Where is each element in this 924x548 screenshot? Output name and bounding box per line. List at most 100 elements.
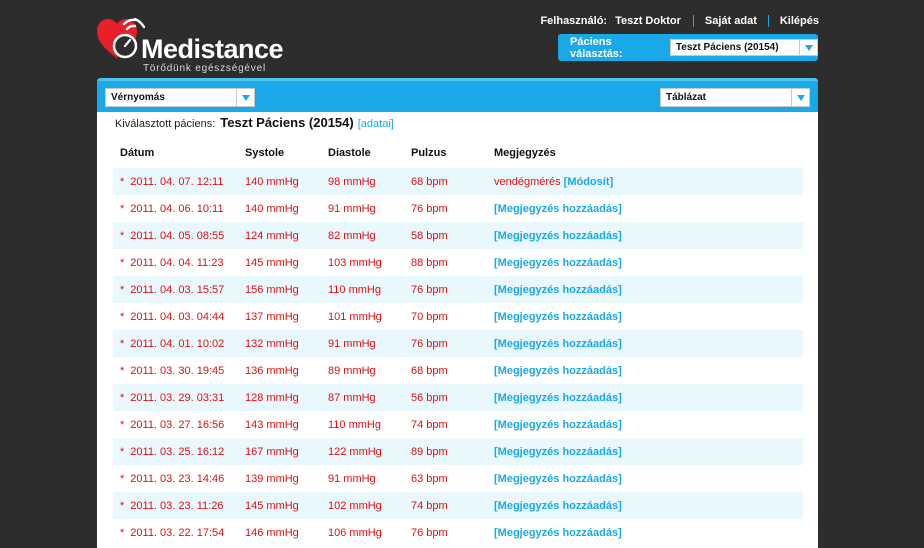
row-date: 2011. 04. 07. 12:11 <box>130 175 224 188</box>
row-systole: 136 mmHg <box>245 364 299 377</box>
row-pulse: 88 bpm <box>411 256 448 269</box>
patient-details-link[interactable]: [adatai] <box>358 118 394 130</box>
header-diastole: Diastole <box>328 146 371 159</box>
add-note-link[interactable]: [Megjegyzés hozzáadás] <box>494 338 622 350</box>
add-note-link[interactable]: [Megjegyzés hozzáadás] <box>494 365 622 377</box>
header-date: Dátum <box>120 146 155 159</box>
row-systole: 137 mmHg <box>245 310 299 323</box>
star-marker: * <box>120 445 125 458</box>
table-row: * 2011. 03. 30. 19:45 136 mmHg 89 mmHg 68… <box>113 357 803 384</box>
star-marker: * <box>120 337 125 350</box>
table-row: * 2011. 03. 23. 11:26 145 mmHg 102 mmHg 7… <box>113 492 803 519</box>
table-row: * 2011. 03. 25. 16:12 167 mmHg 122 mmHg 8… <box>113 438 803 465</box>
header-pulse: Pulzus <box>411 146 447 159</box>
row-date: 2011. 03. 29. 03:31 <box>130 391 225 404</box>
brand-name: Medistance <box>141 34 284 64</box>
table-header-row: Dátum Systole Diastole Pulzus Megjegyzés <box>113 140 803 168</box>
table-row: * 2011. 04. 03. 04:44 137 mmHg 101 mmHg 7… <box>113 303 803 330</box>
table-row: * 2011. 04. 06. 10:11 140 mmHg 91 mmHg 76… <box>113 195 803 222</box>
row-diastole: 103 mmHg <box>328 256 382 269</box>
heart-gauge-icon <box>97 18 145 59</box>
add-note-link[interactable]: [Megjegyzés hozzáadás] <box>494 392 622 404</box>
add-note-link[interactable]: [Megjegyzés hozzáadás] <box>494 446 622 458</box>
row-systole: 140 mmHg <box>245 168 328 195</box>
row-diastole: 110 mmHg <box>328 418 381 431</box>
row-pulse: 74 bpm <box>411 418 448 431</box>
user-label: Felhasználó: <box>540 15 608 27</box>
add-note-link[interactable]: [Megjegyzés hozzáadás] <box>494 527 622 539</box>
table-row: * 2011. 03. 29. 03:31 128 mmHg 87 mmHg 56… <box>113 384 803 411</box>
add-note-link[interactable]: [Megjegyzés hozzáadás] <box>494 419 622 431</box>
logout-link[interactable]: Kilépés <box>780 15 819 27</box>
chevron-down-icon[interactable] <box>799 40 817 55</box>
add-note-link[interactable]: [Megjegyzés hozzáadás] <box>494 203 622 215</box>
row-systole: 145 mmHg <box>245 492 328 519</box>
row-diastole: 122 mmHg <box>328 438 411 465</box>
measurement-type-select[interactable]: Vérnyomás <box>105 88 255 107</box>
row-diastole: 91 mmHg <box>328 330 411 357</box>
row-systole: 145 mmHg <box>245 256 299 269</box>
table-row: * 2011. 03. 23. 14:46 139 mmHg 91 mmHg 63… <box>113 465 803 492</box>
add-note-link[interactable]: [Megjegyzés hozzáadás] <box>494 500 622 512</box>
row-diastole: 82 mmHg <box>328 222 411 249</box>
row-date: 2011. 03. 27. 16:56 <box>130 418 225 431</box>
row-diastole: 89 mmHg <box>328 364 376 377</box>
add-note-link[interactable]: [Megjegyzés hozzáadás] <box>494 284 622 296</box>
add-note-link[interactable]: [Megjegyzés hozzáadás] <box>494 473 622 485</box>
row-date: 2011. 03. 30. 19:45 <box>130 364 225 377</box>
edit-note-link[interactable]: [Módosít] <box>564 176 613 188</box>
add-note-link[interactable]: [Megjegyzés hozzáadás] <box>494 257 622 269</box>
row-date: 2011. 04. 05. 08:55 <box>130 229 225 242</box>
row-pulse: 74 bpm <box>411 492 494 519</box>
row-diastole: 110 mmHg <box>328 276 411 303</box>
row-date: 2011. 03. 23. 11:26 <box>130 499 224 512</box>
add-note-link[interactable]: [Megjegyzés hozzáadás] <box>494 311 622 323</box>
patient-picker: Páciens választás: Teszt Páciens (20154) <box>558 34 818 61</box>
selected-patient-label: Kiválasztott páciens: <box>115 118 216 130</box>
panel-toolbar: Vérnyomás Táblázat <box>97 78 818 112</box>
chevron-down-icon[interactable] <box>791 89 809 106</box>
row-diastole: 91 mmHg <box>328 202 376 215</box>
row-systole: 167 mmHg <box>245 438 328 465</box>
star-marker: * <box>120 310 125 323</box>
row-systole: 146 mmHg <box>245 526 299 539</box>
header-note: Megjegyzés <box>494 146 556 159</box>
top-navigation: Felhasználó: Teszt Doktor Saját adat Kil… <box>540 14 819 28</box>
star-marker: * <box>120 418 125 431</box>
row-systole: 124 mmHg <box>245 222 328 249</box>
nav-separator <box>692 15 694 27</box>
add-note-link[interactable]: [Megjegyzés hozzáadás] <box>494 230 622 242</box>
star-marker: * <box>120 472 125 485</box>
row-pulse: 76 bpm <box>411 202 448 215</box>
chevron-down-icon[interactable] <box>236 89 254 106</box>
row-pulse: 70 bpm <box>411 310 448 323</box>
row-date: 2011. 03. 23. 14:46 <box>130 472 225 485</box>
table-row: * 2011. 04. 07. 12:11 140 mmHg 98 mmHg 68… <box>113 168 803 195</box>
row-date: 2011. 03. 22. 17:54 <box>130 526 225 539</box>
row-note: vendégmérés <box>494 175 561 188</box>
nav-separator <box>767 15 769 27</box>
medistance-logo[interactable]: Medistance Törődünk egészségével <box>97 10 297 74</box>
row-diastole: 87 mmHg <box>328 384 411 411</box>
row-systole: 143 mmHg <box>245 418 299 431</box>
row-pulse: 68 bpm <box>411 364 448 377</box>
row-pulse: 63 bpm <box>411 472 448 485</box>
table-row: * 2011. 04. 01. 10:02 132 mmHg 91 mmHg 76… <box>113 330 803 357</box>
table-row: * 2011. 04. 03. 15:57 156 mmHg 110 mmHg 7… <box>113 276 803 303</box>
own-data-link[interactable]: Saját adat <box>705 15 757 27</box>
star-marker: * <box>120 283 125 296</box>
star-marker: * <box>120 175 125 188</box>
row-pulse: 76 bpm <box>411 276 494 303</box>
row-date: 2011. 03. 25. 16:12 <box>130 445 225 458</box>
row-pulse: 68 bpm <box>411 168 494 195</box>
header-systole: Systole <box>245 146 285 159</box>
row-systole: 128 mmHg <box>245 384 328 411</box>
row-date: 2011. 04. 01. 10:02 <box>130 337 225 350</box>
table-row: * 2011. 04. 05. 08:55 124 mmHg 82 mmHg 58… <box>113 222 803 249</box>
patient-picker-label: Páciens választás: <box>570 35 623 60</box>
row-pulse: 89 bpm <box>411 438 494 465</box>
row-pulse: 56 bpm <box>411 384 494 411</box>
view-mode-select[interactable]: Táblázat <box>660 88 810 107</box>
table-row: * 2011. 04. 04. 11:23 145 mmHg 103 mmHg 8… <box>113 249 803 276</box>
patient-select[interactable]: Teszt Páciens (20154) <box>669 39 818 56</box>
